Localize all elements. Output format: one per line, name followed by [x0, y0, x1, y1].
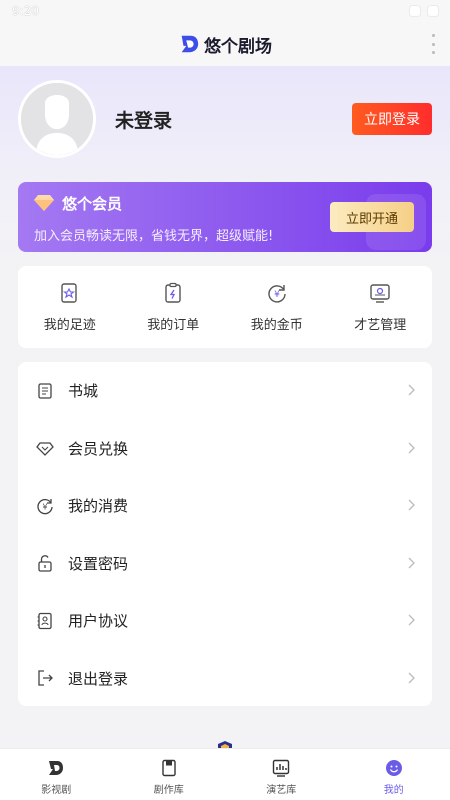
coin-icon: ¥	[268, 285, 286, 303]
talent-icon	[370, 284, 390, 303]
menu-label: 我的消费	[68, 497, 129, 516]
bottom-nav: 影视剧 剧作库 演艺库 我的	[0, 748, 450, 800]
login-button[interactable]: 立即登录	[352, 103, 432, 135]
nav-label: 影视剧	[41, 785, 72, 796]
app-logo-icon	[181, 35, 199, 53]
order-icon	[165, 282, 181, 303]
menu-item-bookstore[interactable]: 书城	[18, 362, 432, 420]
login-status: 未登录	[115, 110, 173, 132]
chevron-right-icon	[408, 672, 415, 683]
menu-label: 会员兑换	[68, 439, 129, 458]
nav-label: 演艺库	[266, 785, 297, 796]
chevron-right-icon	[408, 557, 415, 568]
agreement-icon	[37, 612, 52, 629]
nav-tab-film[interactable]: 影视剧	[0, 749, 113, 800]
profile-icon	[385, 760, 402, 776]
nav-tab-performers[interactable]: 演艺库	[225, 749, 338, 800]
chevron-right-icon	[408, 614, 415, 626]
chart-icon	[273, 759, 290, 777]
menu-label: 设置密码	[68, 554, 129, 573]
vip-card[interactable]: 悠个会员 加入会员畅读无限，省钱无界，超级赋能! 立即开通	[18, 182, 432, 252]
vip-title: 悠个会员	[62, 195, 123, 213]
vip-open-button[interactable]: 立即开通	[330, 202, 414, 232]
logout-icon	[38, 670, 53, 686]
quick-label: 我的金币	[250, 318, 303, 333]
quick-label: 我的订单	[147, 318, 200, 333]
quick-orders[interactable]: 我的订单	[122, 266, 226, 348]
status-time: 9:20	[12, 4, 39, 18]
battery-icon	[428, 6, 438, 16]
quick-label: 我的足迹	[43, 318, 96, 333]
menu-item-user-agreement[interactable]: 用户协议	[18, 592, 432, 650]
default-avatar-icon	[21, 83, 93, 155]
script-icon	[162, 759, 176, 777]
lock-icon	[38, 555, 52, 572]
film-icon	[49, 761, 64, 775]
quick-actions: 我的足迹 我的订单 ¥ 我的金币 才艺管理	[18, 266, 432, 348]
menu-item-consumption[interactable]: ¥ 我的消费	[18, 477, 432, 535]
chevron-right-icon	[408, 384, 415, 396]
menu-label: 退出登录	[68, 669, 129, 688]
quick-footprint[interactable]: 我的足迹	[18, 266, 122, 348]
book-icon	[38, 383, 52, 399]
app-title: 悠个剧场	[204, 36, 272, 57]
quick-label: 才艺管理	[354, 318, 407, 333]
menu-item-set-password[interactable]: 设置密码	[18, 535, 432, 593]
more-options-icon[interactable]	[430, 34, 436, 54]
diamond-icon	[36, 442, 54, 457]
menu-label: 书城	[68, 382, 99, 401]
consumption-icon: ¥	[37, 498, 53, 515]
menu-list: 书城 会员兑换 ¥ 我的消费 设置密码 用户协议 退出登录	[18, 362, 432, 706]
wifi-icon	[410, 6, 420, 16]
vip-diamond-icon	[34, 195, 54, 211]
nav-label: 剧作库	[153, 785, 184, 796]
vip-description: 加入会员畅读无限，省钱无界，超级赋能!	[34, 229, 274, 244]
svg-text:¥: ¥	[42, 502, 47, 511]
svg-text:¥: ¥	[274, 290, 280, 300]
nav-tab-mine[interactable]: 我的	[338, 749, 450, 800]
menu-label: 用户协议	[68, 612, 129, 631]
nav-label: 我的	[383, 785, 404, 796]
footprint-icon	[61, 283, 77, 303]
menu-item-vip-redeem[interactable]: 会员兑换	[18, 420, 432, 478]
chevron-right-icon	[408, 499, 415, 511]
quick-talent[interactable]: 才艺管理	[329, 266, 433, 348]
chevron-right-icon	[408, 442, 415, 453]
menu-item-logout[interactable]: 退出登录	[18, 650, 432, 708]
quick-coins[interactable]: ¥ 我的金币	[225, 266, 329, 348]
status-bar: 9:20	[0, 0, 450, 22]
app-header: 悠个剧场	[0, 22, 450, 66]
avatar[interactable]	[18, 80, 96, 158]
status-icons	[410, 6, 438, 16]
nav-tab-scripts[interactable]: 剧作库	[113, 749, 226, 800]
